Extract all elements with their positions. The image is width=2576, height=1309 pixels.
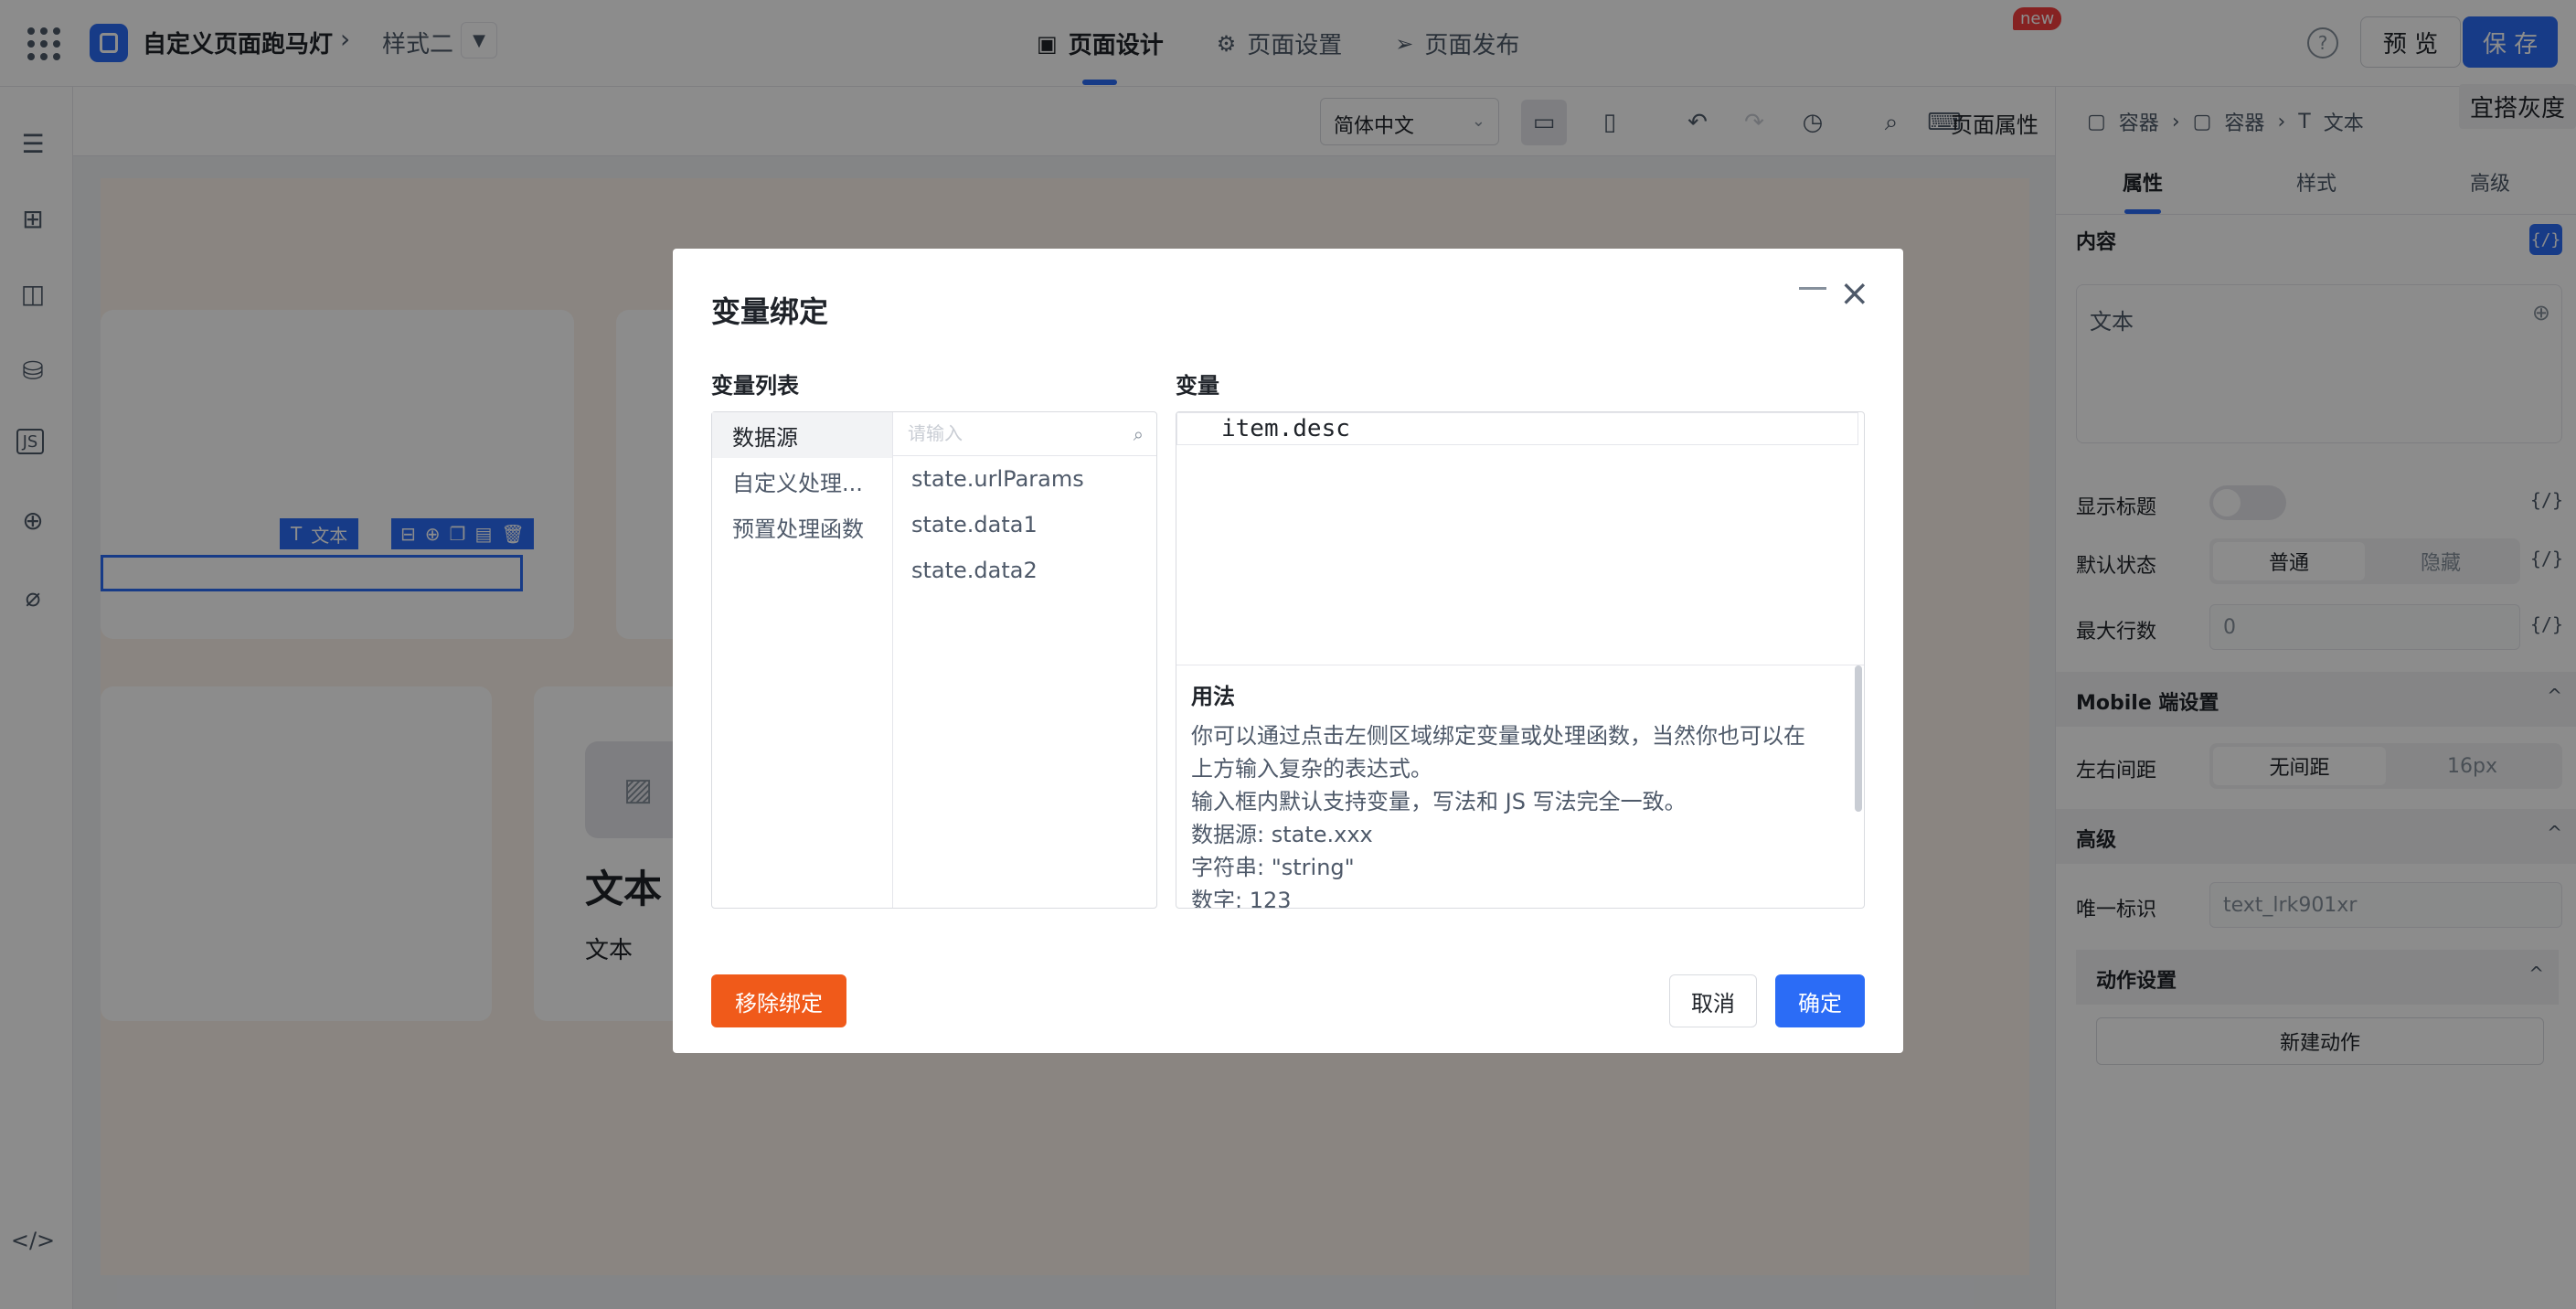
usage-help: 用法 你可以通过点击左侧区域绑定变量或处理函数，当然你也可以在 上方输入复杂的表… — [1176, 665, 1864, 909]
close-icon[interactable]: × — [1839, 272, 1870, 314]
variable-list-title: 变量列表 — [711, 373, 799, 399]
confirm-button[interactable]: 确定 — [1775, 974, 1865, 1027]
variable-search: ⌕ — [893, 412, 1156, 456]
dialog-title: 变量绑定 — [711, 294, 829, 329]
expression-editor[interactable]: item.desc 用法 你可以通过点击左侧区域绑定变量或处理函数，当然你也可以… — [1176, 411, 1865, 909]
usage-line: 输入框内默认支持变量，写法和 JS 写法完全一致。 — [1191, 789, 1687, 814]
list-item[interactable]: state.data1 — [893, 502, 1156, 548]
variable-title: 变量 — [1176, 373, 1219, 399]
category-list: 数据源 自定义处理... 预置处理函数 — [712, 412, 893, 908]
list-item[interactable]: state.data2 — [893, 548, 1156, 593]
remove-binding-button[interactable]: 移除绑定 — [711, 974, 846, 1027]
variable-items: ⌕ state.urlParams state.data1 state.data… — [893, 412, 1156, 908]
minimize-icon[interactable] — [1799, 287, 1826, 290]
cancel-button[interactable]: 取消 — [1669, 974, 1757, 1027]
scrollbar[interactable] — [1855, 665, 1862, 812]
list-item[interactable]: state.urlParams — [893, 456, 1156, 502]
code-line[interactable]: item.desc — [1176, 412, 1858, 445]
category-preset-functions[interactable]: 预置处理函数 — [712, 504, 892, 549]
usage-title: 用法 — [1191, 684, 1235, 709]
usage-line: 你可以通过点击左侧区域绑定变量或处理函数，当然你也可以在 — [1191, 723, 1805, 749]
usage-line: 数据源: state.xxx — [1191, 822, 1373, 847]
category-custom-handlers[interactable]: 自定义处理... — [712, 458, 892, 504]
variable-list: 数据源 自定义处理... 预置处理函数 ⌕ state.urlParams st… — [711, 411, 1157, 909]
variable-binding-dialog: 变量绑定 × 变量列表 变量 数据源 自定义处理... 预置处理函数 ⌕ sta… — [673, 249, 1903, 1053]
usage-line: 字符串: "string" — [1191, 855, 1355, 880]
search-input[interactable] — [893, 412, 1156, 454]
usage-line: 数字: 123 — [1191, 888, 1292, 909]
category-datasource[interactable]: 数据源 — [712, 412, 892, 458]
search-icon[interactable]: ⌕ — [1134, 423, 1144, 445]
usage-line: 上方输入复杂的表达式。 — [1191, 756, 1432, 782]
